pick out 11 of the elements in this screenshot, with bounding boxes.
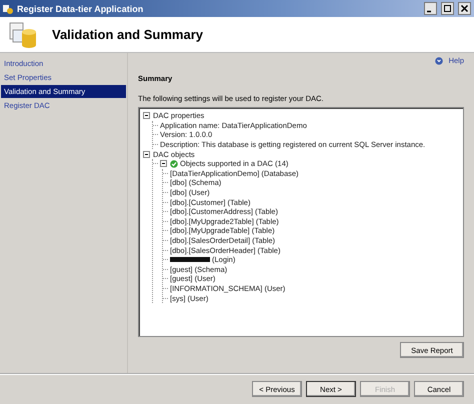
page-title: Validation and Summary xyxy=(52,27,203,42)
app-icon xyxy=(3,4,13,14)
collapse-icon[interactable] xyxy=(143,150,150,158)
collapse-icon[interactable] xyxy=(143,112,150,120)
help-icon[interactable] xyxy=(434,56,443,64)
close-icon[interactable] xyxy=(458,2,471,15)
window-title: Register Data-tier Application xyxy=(17,4,144,14)
minimize-icon[interactable] xyxy=(424,2,437,15)
maximize-icon[interactable] xyxy=(441,2,454,15)
collapse-icon[interactable] xyxy=(160,160,167,168)
database-icon xyxy=(8,20,38,50)
